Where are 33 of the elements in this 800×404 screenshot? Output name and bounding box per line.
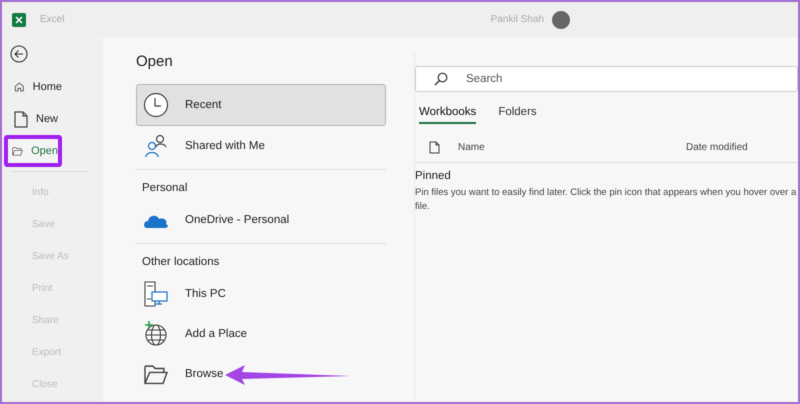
app-title: Excel bbox=[40, 14, 64, 25]
page-title: Open bbox=[136, 53, 174, 70]
tab[interactable]: Folders bbox=[498, 100, 537, 124]
location-item[interactable]: Shared with Me bbox=[136, 126, 386, 166]
column-header[interactable]: Date modified bbox=[686, 142, 748, 152]
globe-add-icon bbox=[143, 321, 169, 347]
pinned-description: Pin files you want to easily find later. Click the pin icon that appears when you hover over a file. bbox=[415, 186, 798, 214]
location-item[interactable]: Browse bbox=[136, 354, 386, 394]
computer-icon bbox=[143, 281, 169, 307]
location-item[interactable]: This PC bbox=[136, 274, 386, 314]
clock-icon bbox=[143, 92, 169, 118]
folder-icon bbox=[143, 363, 169, 385]
search-field[interactable]: Search bbox=[415, 66, 798, 92]
document-icon bbox=[14, 110, 28, 128]
people-icon bbox=[143, 134, 169, 158]
nav-item[interactable]: New bbox=[4, 103, 62, 135]
nav-item[interactable]: Home bbox=[4, 71, 62, 103]
tab[interactable]: Workbooks bbox=[419, 100, 476, 124]
nav-item[interactable]: Open bbox=[4, 135, 62, 167]
section-header: Other locations bbox=[136, 243, 386, 274]
location-item[interactable]: Add a Place bbox=[136, 314, 386, 354]
back-icon[interactable] bbox=[10, 45, 28, 63]
excel-logo-icon bbox=[12, 12, 26, 26]
search-icon bbox=[434, 72, 448, 86]
location-item[interactable]: Recent bbox=[136, 84, 386, 126]
user-name: Pankil Shah bbox=[490, 14, 544, 25]
document-icon bbox=[429, 140, 440, 154]
location-item[interactable]: OneDrive - Personal bbox=[136, 200, 386, 240]
folder-icon bbox=[12, 144, 24, 158]
section-header: Personal bbox=[136, 169, 386, 200]
avatar-icon bbox=[552, 10, 570, 28]
section-title: Pinned bbox=[415, 170, 452, 182]
column-header[interactable]: Name bbox=[458, 142, 686, 152]
